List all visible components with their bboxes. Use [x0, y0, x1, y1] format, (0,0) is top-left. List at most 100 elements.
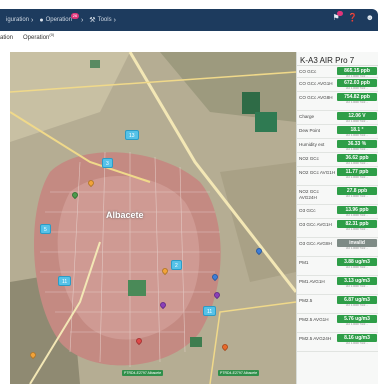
sensor-cluster-marker[interactable]: 3 [102, 158, 113, 168]
tab-configuration[interactable]: ation [0, 35, 13, 47]
measurement-label: CO GCc [299, 69, 317, 74]
panel-title: K-A3 AIR Pro 7 [297, 52, 378, 66]
chevron-down-icon: › [80, 16, 84, 24]
measurement-row: PM1 3.88 ug/m3 Vol: 1.0000 7/13/.... [297, 257, 378, 276]
measurement-label: PM1 AVG1H [299, 279, 325, 284]
chevron-down-icon: › [113, 16, 116, 24]
measurement-value: 754.82 ppb [337, 93, 377, 101]
measurement-value: 3.88 ug/m3 [337, 258, 377, 266]
nav-item-operation[interactable]: ● Operation 26 › [39, 13, 84, 24]
operation-count-badge: 26 [70, 13, 79, 19]
bell-badge [337, 11, 344, 16]
measurement-label: NO2 GCc AVG24H [299, 189, 319, 200]
wrench-icon: ⚒ [89, 17, 96, 24]
measurement-meta: Vol: 1.0000 7/13/.... [345, 285, 369, 288]
measurement-value: 672.03 ppb [337, 79, 377, 87]
measurement-value: 5.76 ug/m3 [337, 315, 377, 323]
measurement-label: O3 GCc AVG1H [299, 222, 332, 227]
help-icon[interactable]: ❓ [348, 13, 358, 22]
measurement-value: 36.33 % [337, 140, 377, 148]
nav-label-tools: Tools [97, 17, 112, 23]
measurement-row: NO2 GCc AVG24H 27.8 ppb Vol: 1.0000 7/13/.… [297, 186, 378, 205]
measurement-value: 8.16 ug/m3 [337, 334, 377, 342]
measurement-value: 6.87 ug/m3 [337, 296, 377, 304]
top-right-actions: ⚑ ❓ ☻ [332, 11, 374, 22]
measurement-value-box: 36.62 ppb Vol: 1.0000 7/13/.... [337, 154, 377, 166]
measurement-label: CO GCc AVG8H [299, 95, 333, 100]
measurement-label: PM2.5 AVG1H [299, 317, 329, 322]
measurement-value-box: 6.87 ug/m3 Vol: 1.0000 7/13/.... [337, 296, 377, 308]
measurement-value: 11.77 ppb [337, 168, 377, 176]
sub-tabs: ation Operation(0) [0, 32, 55, 47]
measurement-meta: Vol: 1.0000 7/13/.... [345, 101, 369, 104]
measurement-label: NO2 GCc [299, 156, 319, 161]
measurement-row: NO2 GCc AVG1H 11.77 ppb Vol: 1.0000 7/13/.… [297, 167, 378, 186]
measurement-meta: Vol: 1.0000 7/13/.... [345, 323, 369, 326]
measurement-row: O3 GCc 13.96 ppb Vol: 1.0000 7/13/.... [297, 205, 378, 219]
measurement-value: 27.8 ppb [337, 187, 377, 195]
measurement-meta: Vol: 1.0000 7/13/.... [345, 195, 369, 198]
measurement-meta: Vol: 1.0000 7/13/.... [345, 214, 369, 217]
sensor-detail-panel: K-A3 AIR Pro 7 CO GCc 865.15 ppb Vol: 1.00… [296, 52, 378, 384]
measurement-value-box: 11.77 ppb Vol: 1.0000 7/13/.... [337, 168, 377, 180]
measurement-label: O3 GCc [299, 208, 316, 213]
top-navigation-bar: iguration › ● Operation 26 › ⚒ Tools › ⚑… [0, 9, 378, 31]
bell-icon[interactable]: ⚑ [332, 11, 344, 22]
measurement-meta: Vol: 1.0000 7/13/.... [345, 162, 369, 165]
measurement-value: 36.62 ppb [337, 154, 377, 162]
measurement-row: O3 GCc AVG1H 82.31 ppb Vol: 1.0000 7/13/..… [297, 219, 378, 238]
measurement-label: O3 GCc AVG8H [299, 241, 332, 246]
measurement-label: PM2.5 AVG24H [299, 336, 332, 341]
measurement-value: 865.15 ppb [337, 67, 377, 75]
city-label: Albacete [106, 210, 144, 220]
tab-operation-count: (0) [49, 32, 55, 37]
measurement-row: Humidity ext 36.33 % Vol: 1.0000 7/13/.... [297, 139, 378, 153]
measurement-row: PM2.5 6.87 ug/m3 Vol: 1.0000 7/13/.... [297, 295, 378, 314]
measurement-row: PM2.5 AVG1H 5.76 ug/m3 Vol: 1.0000 7/13/..… [297, 314, 378, 333]
tab-operation[interactable]: Operation(0) [23, 32, 55, 47]
measurement-label: Dew Point [299, 128, 320, 133]
measurement-value-box: 12.06 V Vol: 1.0000 7/13/.... [337, 112, 377, 124]
measurement-row: CO GCc AVG1H 672.03 ppb Vol: 1.0000 7/13/.… [297, 78, 378, 92]
measurement-list: CO GCc 865.15 ppb Vol: 1.0000 7/13/.... CO … [297, 66, 378, 352]
measurement-value-box: 754.82 ppb Vol: 1.0000 7/13/.... [337, 93, 377, 105]
nav-item-tools[interactable]: ⚒ Tools › [89, 16, 116, 25]
measurement-meta: Vol: 1.0000 7/13/.... [345, 148, 369, 151]
sensor-cluster-marker[interactable]: 13 [125, 130, 139, 140]
measurement-value-box: invalid Vol: 1.0000 7/13/.... [337, 239, 377, 251]
chevron-down-icon: › [31, 16, 34, 24]
measurement-value-box: 82.31 ppb Vol: 1.0000 7/13/.... [337, 220, 377, 232]
sensor-cluster-marker[interactable]: 2 [171, 260, 182, 270]
sensor-cluster-marker[interactable]: 11 [203, 306, 217, 316]
nav-label-operation: Operation [45, 17, 72, 23]
measurement-row: Dew Point 18.1 ° Vol: 1.0000 7/13/.... [297, 125, 378, 139]
measurement-row: CO GCc 865.15 ppb Vol: 1.0000 7/13/.... [297, 66, 378, 78]
measurement-row: PM2.5 AVG24H 8.16 ug/m3 Vol: 1.0000 7/13/.… [297, 333, 378, 352]
measurement-value: 3.13 ug/m3 [337, 277, 377, 285]
measurement-value: 13.96 ppb [337, 206, 377, 214]
nav-label-configuration: iguration [6, 17, 30, 23]
map-view[interactable]: Albacete 13 3 2 11 5 11 PTRD4-E2797 Alba… [10, 52, 296, 384]
map-tiles [10, 52, 296, 384]
station-label[interactable]: PTRD4-E2797 Albacete [218, 370, 260, 376]
measurement-label: NO2 GCc AVG1H [299, 170, 336, 175]
user-icon[interactable]: ☻ [366, 13, 374, 22]
measurement-value-box: 18.1 ° Vol: 1.0000 7/13/.... [337, 126, 377, 138]
measurement-value: 82.31 ppb [337, 220, 377, 228]
measurement-label: PM1 [299, 260, 309, 265]
measurement-meta: Vol: 1.0000 7/13/.... [345, 120, 369, 123]
measurement-value-box: 27.8 ppb Vol: 1.0000 7/13/.... [337, 187, 377, 199]
measurement-meta: Vol: 1.0000 7/13/.... [345, 134, 369, 137]
measurement-meta: Vol: 1.0000 7/13/.... [345, 176, 369, 179]
measurement-value-box: 36.33 % Vol: 1.0000 7/13/.... [337, 140, 377, 152]
tab-operation-label: Operation [23, 35, 50, 41]
measurement-row: NO2 GCc 36.62 ppb Vol: 1.0000 7/13/.... [297, 153, 378, 167]
station-label[interactable]: PTRD4-E2797 Albacete [122, 370, 164, 376]
measurement-label: Charge [299, 114, 315, 119]
measurement-value-box: 672.03 ppb Vol: 1.0000 7/13/.... [337, 79, 377, 91]
nav-item-configuration[interactable]: iguration › [6, 17, 33, 24]
sensor-cluster-marker[interactable]: 5 [40, 224, 51, 234]
sensor-cluster-marker[interactable]: 11 [58, 276, 72, 286]
measurement-row: PM1 AVG1H 3.13 ug/m3 Vol: 1.0000 7/13/.... [297, 276, 378, 295]
measurement-meta: Vol: 1.0000 7/13/.... [345, 228, 369, 231]
